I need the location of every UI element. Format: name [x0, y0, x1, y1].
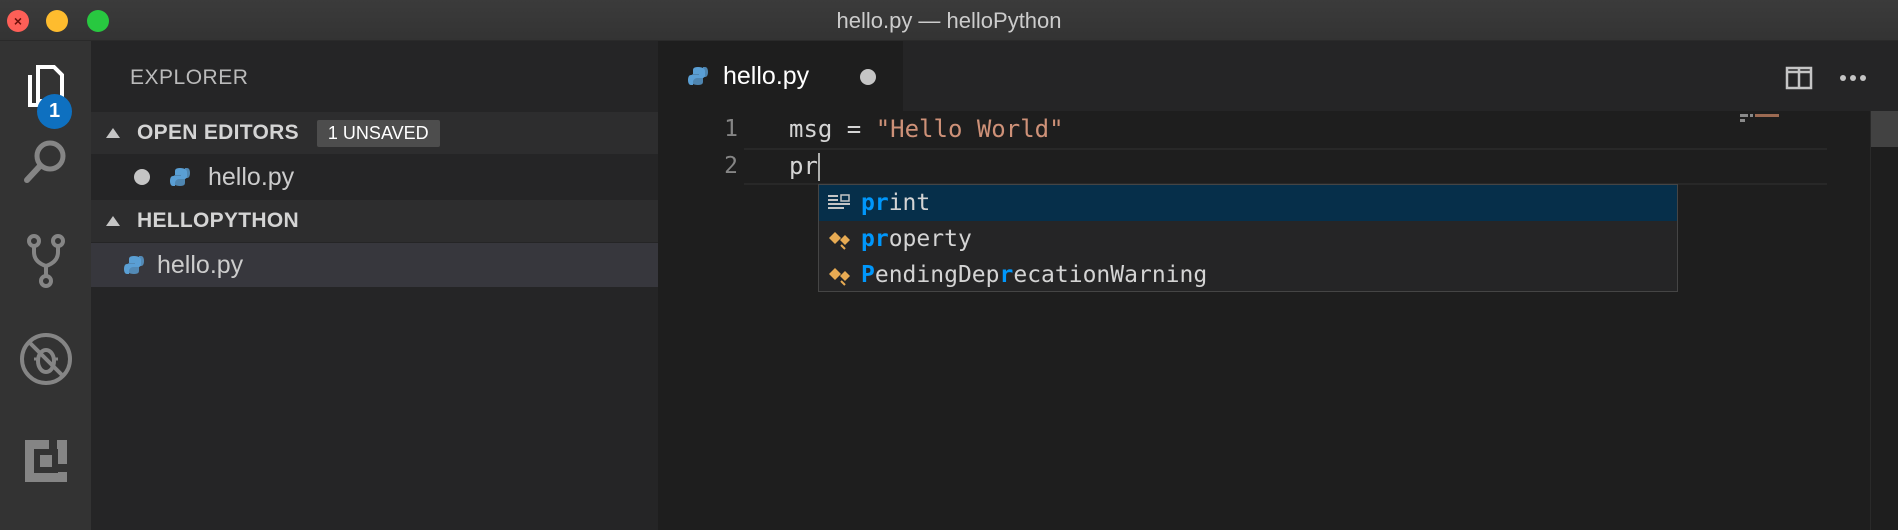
explorer-sidebar: EXPLORER OPEN EDITORS 1 UNSAVED hello.py… — [91, 41, 658, 530]
split-editor-icon — [1785, 66, 1813, 90]
workspace-file-item[interactable]: hello.py — [91, 243, 658, 287]
suggestion-label: property — [861, 226, 972, 252]
unsaved-dot-icon[interactable] — [134, 169, 150, 185]
more-actions-button[interactable] — [1838, 63, 1868, 93]
split-editor-button[interactable] — [1784, 63, 1814, 93]
open-editors-label: OPEN EDITORS — [137, 121, 299, 144]
scrollbar-thumb[interactable] — [1871, 111, 1898, 147]
suggestion-label: print — [861, 190, 930, 216]
text-cursor — [817, 153, 820, 181]
code-token: pr — [789, 152, 818, 180]
string-token: "Hello World" — [875, 115, 1064, 143]
python-icon — [688, 67, 708, 85]
line-code: msg = "Hello World" — [789, 111, 1064, 148]
vertical-scrollbar[interactable] — [1870, 111, 1898, 530]
python-icon — [124, 256, 144, 274]
open-editor-item[interactable]: hello.py — [91, 155, 658, 199]
open-editors-header[interactable]: OPEN EDITORS 1 UNSAVED — [91, 112, 658, 154]
workspace-folder-label: HELLOPYTHON — [137, 209, 299, 232]
code-token: msg = — [789, 115, 876, 143]
code-line[interactable]: 2 pr — [658, 148, 1838, 185]
sidebar-title: EXPLORER — [130, 66, 249, 89]
suggestion-match: P — [861, 262, 875, 288]
tab-hello-py[interactable]: hello.py — [658, 41, 903, 111]
autocomplete-widget: print property PendingDeprecationWarning — [818, 184, 1678, 292]
search-icon — [23, 140, 65, 183]
minimap[interactable] — [1740, 112, 1790, 122]
unsaved-badge: 1 UNSAVED — [316, 119, 440, 147]
suggestion-rest: endingDep — [874, 262, 1000, 288]
python-icon — [170, 168, 190, 186]
suggestion-match: pr — [861, 190, 889, 216]
title-bar: × hello.py — helloPython — [0, 0, 1898, 41]
class-icon — [826, 226, 852, 252]
activity-source-control[interactable] — [0, 211, 91, 311]
chevron-down-icon — [106, 216, 120, 226]
window-title: hello.py — helloPython — [836, 8, 1062, 33]
hellopython-folder-header[interactable]: HELLOPYTHON — [91, 200, 658, 242]
source-control-icon — [26, 234, 65, 288]
activity-bar: 1 — [0, 41, 91, 530]
snippet-icon — [826, 190, 852, 216]
chevron-down-icon — [106, 128, 120, 138]
open-editor-filename: hello.py — [208, 162, 295, 191]
code-line[interactable]: 1 msg = "Hello World" — [658, 111, 1838, 148]
suggestion-item[interactable]: property — [819, 221, 1677, 257]
ellipsis-icon — [1840, 75, 1866, 81]
editor-tab-bar: hello.py — [658, 41, 1898, 111]
suggestion-item[interactable]: print — [819, 185, 1677, 221]
suggestion-rest: ecationWarning — [1013, 262, 1208, 288]
suggestion-rest: int — [888, 190, 931, 216]
suggestion-rest: operty — [888, 226, 972, 252]
line-number: 2 — [724, 153, 738, 179]
tab-label: hello.py — [723, 61, 810, 90]
suggestion-match: pr — [861, 226, 889, 252]
activity-search[interactable] — [0, 111, 91, 211]
class-icon — [826, 262, 852, 288]
activity-extensions[interactable] — [0, 411, 91, 511]
line-number: 1 — [724, 116, 738, 142]
suggestion-match: r — [999, 262, 1014, 288]
line-code: pr — [789, 148, 820, 185]
workspace-filename: hello.py — [157, 250, 244, 279]
suggestion-item[interactable]: PendingDeprecationWarning — [819, 257, 1677, 293]
code-editor[interactable]: 1 msg = "Hello World" 2 pr — [658, 111, 1898, 530]
debug-icon — [19, 333, 72, 385]
activity-debug[interactable] — [0, 309, 91, 409]
suggestion-label: PendingDeprecationWarning — [861, 262, 1207, 288]
extensions-icon — [24, 440, 67, 482]
unsaved-dot-icon[interactable] — [860, 69, 876, 85]
